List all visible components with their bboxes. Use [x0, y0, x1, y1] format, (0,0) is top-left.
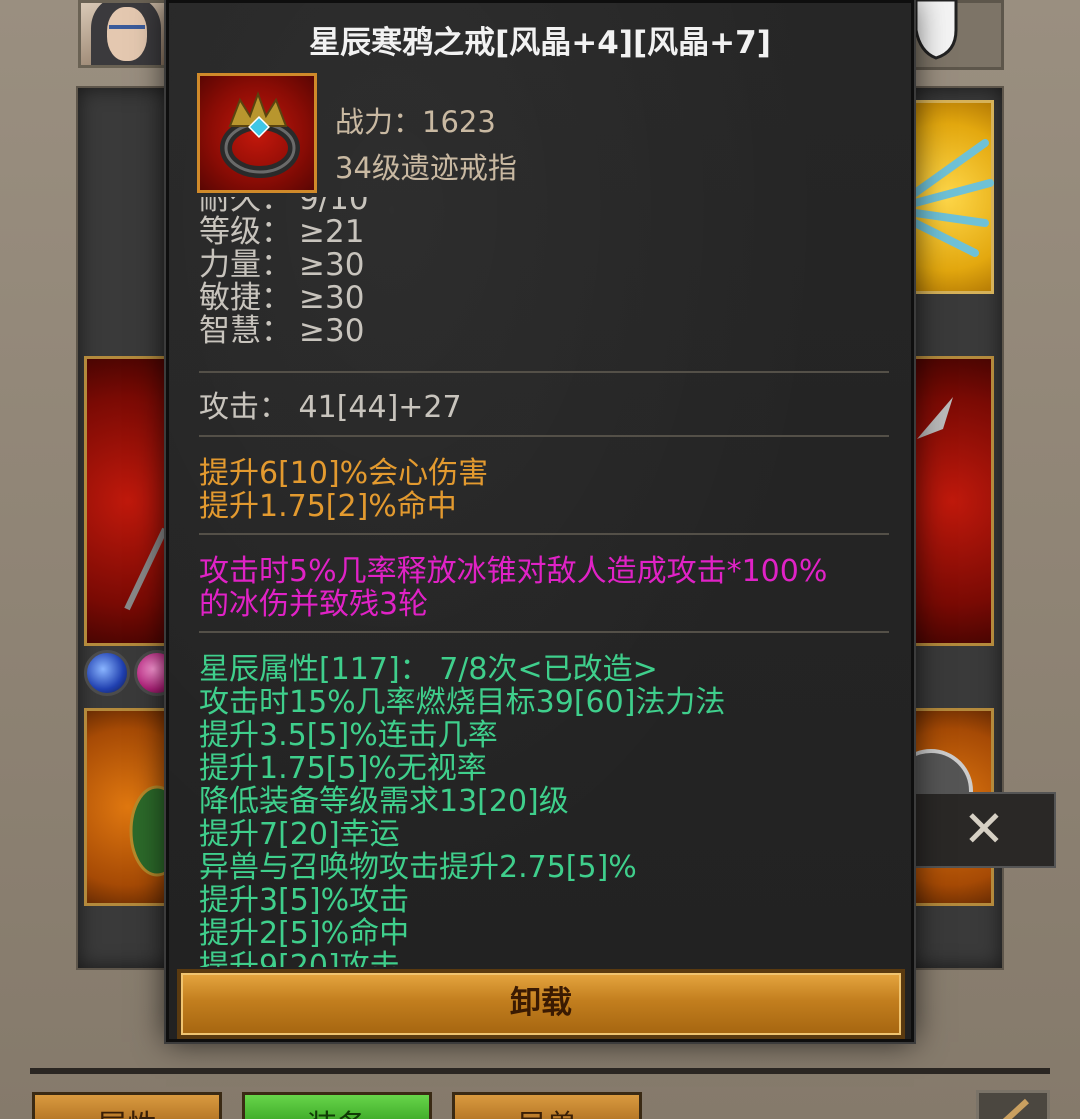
- star-stat-line: 提升2[5]%命中: [199, 916, 410, 951]
- unload-button[interactable]: 卸载: [177, 969, 905, 1039]
- divider: [199, 631, 889, 633]
- star-stat-line: 星辰属性[117]： 7/8次<已改造>: [199, 652, 658, 687]
- wing-equipment-slot[interactable]: [911, 100, 994, 294]
- edit-button[interactable]: [976, 1090, 1050, 1119]
- tab-beasts[interactable]: 异兽: [452, 1092, 642, 1119]
- special-effect: 攻击时5%几率释放冰锥对敌人造成攻击*100% 的冰伤并致残3轮: [199, 555, 827, 621]
- star-stat-line: 提升7[20]幸运: [199, 817, 400, 852]
- bottom-divider: [30, 1068, 1050, 1074]
- item-type: 34级遗迹戒指: [335, 151, 517, 185]
- star-stat-line: 异兽与召唤物攻击提升2.75[5]%: [199, 850, 637, 885]
- requirement-agility: 敏捷： ≥30: [199, 280, 365, 316]
- orange-stat-line: 提升1.75[2]%命中: [199, 489, 457, 524]
- item-icon-frame: [197, 73, 317, 193]
- feather-icon: [911, 139, 994, 257]
- star-stat-line: 提升3[5]%攻击: [199, 883, 410, 918]
- bracer-icon: [129, 785, 185, 877]
- requirement-wisdom: 智慧： ≥30: [199, 313, 365, 349]
- dagger-icon: [917, 397, 953, 439]
- orange-stats: 提升6[10]%会心伤害 提升1.75[2]%命中: [199, 457, 488, 523]
- stats-scroll-area[interactable]: 耐久： 9/10 等级： ≥21 力量： ≥30 敏捷： ≥30 智慧： ≥30 攻击： …: [199, 197, 889, 967]
- star-stat-line: 提升1.75[5]%无视率: [199, 751, 487, 786]
- power-label: 战力：: [335, 105, 423, 139]
- pencil-icon: [1002, 1098, 1030, 1119]
- weapon-slot-right[interactable]: [910, 356, 994, 646]
- power-line: 战力：1623: [335, 99, 496, 141]
- armor-slot-left[interactable]: [84, 708, 185, 906]
- blue-gem-icon[interactable]: [84, 650, 130, 696]
- close-button[interactable]: ✕: [912, 792, 1056, 868]
- star-stat-line: 提升3.5[5]%连击几率: [199, 718, 498, 753]
- star-stat-line: 提升9[20]攻击: [199, 949, 400, 967]
- shield-icon: [914, 0, 958, 60]
- star-stats: 星辰属性[117]： 7/8次<已改造> 攻击时15%几率燃烧目标39[60]法…: [199, 653, 725, 967]
- requirements-list: 耐久： 9/10 等级： ≥21 力量： ≥30 敏捷： ≥30 智慧： ≥30: [199, 197, 369, 348]
- star-stat-line: 降低装备等级需求13[20]级: [199, 784, 569, 819]
- orange-stat-line: 提升6[10]%会心伤害: [199, 456, 489, 491]
- tab-equipment[interactable]: 装备: [242, 1092, 432, 1119]
- divider: [199, 371, 889, 373]
- character-portrait[interactable]: [78, 0, 168, 68]
- item-title: 星辰寒鸦之戒[风晶+4][风晶+7]: [309, 25, 771, 61]
- weapon-slot-left[interactable]: [84, 356, 172, 646]
- power-value: 1623: [422, 105, 496, 139]
- attack-stat: 攻击： 41[44]+27: [199, 390, 462, 425]
- tab-attributes[interactable]: 属性: [32, 1092, 222, 1119]
- special-line: 攻击时5%几率释放冰锥对敌人造成攻击*100%: [199, 554, 828, 589]
- star-stat-line: 攻击时15%几率燃烧目标39[60]法力法: [199, 685, 726, 720]
- item-tooltip: 星辰寒鸦之戒[风晶+4][风晶+7] 战力：1623 34级遗迹戒指 耐久： 9/…: [166, 0, 914, 1042]
- requirement-level: 等级： ≥21: [199, 214, 365, 250]
- divider: [199, 533, 889, 535]
- special-line: 的冰伤并致残3轮: [199, 587, 429, 622]
- ring-icon: [220, 91, 300, 178]
- spear-icon: [124, 527, 168, 611]
- divider: [199, 435, 889, 437]
- requirement-strength: 力量： ≥30: [199, 247, 365, 283]
